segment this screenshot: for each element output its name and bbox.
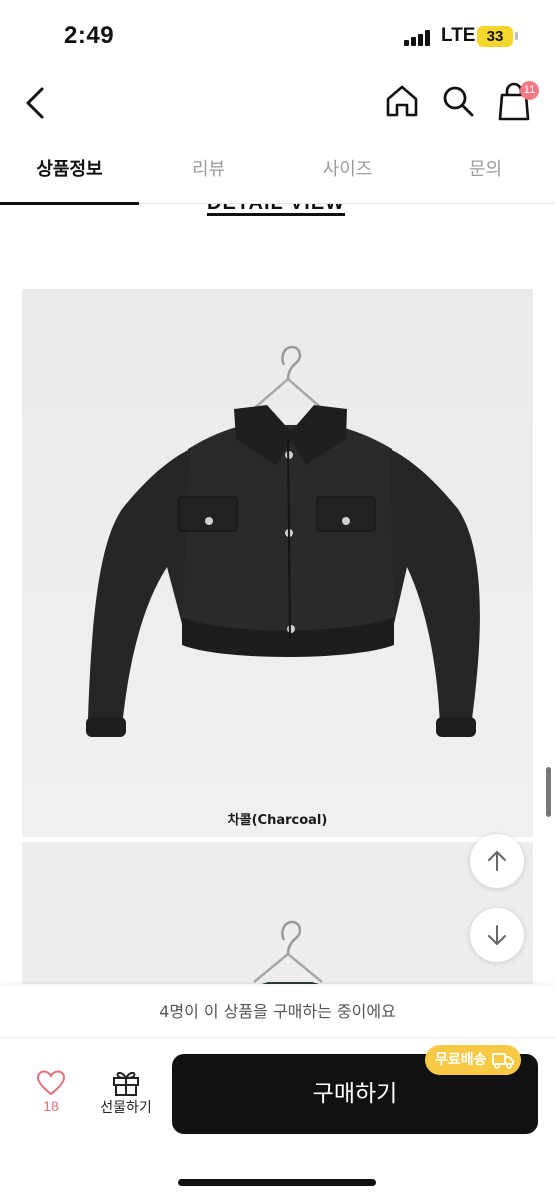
signal-icon	[404, 30, 436, 46]
purchase-panel: 4명이 이 상품을 구매하는 중이에요 18 선물하기 구매하기 무료배송	[0, 986, 555, 1200]
arrow-down-icon	[488, 925, 506, 945]
chevron-left-icon	[26, 87, 44, 119]
home-indicator	[178, 1179, 376, 1186]
status-bar: 2:49 LTE 33	[0, 0, 555, 75]
scroll-bottom-button[interactable]	[470, 908, 524, 962]
scrollbar-thumb[interactable]	[546, 767, 551, 817]
free-shipping-label: 무료배송	[435, 1052, 487, 1068]
back-button[interactable]	[18, 83, 52, 123]
product-photo: 차콜(Charcoal)	[22, 289, 533, 837]
detail-view-heading: DETAIL VIEW	[207, 204, 345, 215]
cart-count-badge: 11	[520, 81, 539, 100]
gift-button[interactable]: 선물하기	[92, 1068, 160, 1128]
home-button[interactable]	[382, 81, 422, 121]
product-photo	[22, 842, 533, 984]
heart-icon	[36, 1070, 66, 1096]
tab-size[interactable]: 사이즈	[278, 140, 417, 204]
cart-button[interactable]: 11	[494, 79, 542, 123]
like-button[interactable]: 18	[22, 1070, 80, 1130]
scroll-top-button[interactable]	[470, 834, 524, 888]
buying-now-notice: 4명이 이 상품을 구매하는 중이에요	[0, 986, 555, 1038]
battery-nub	[515, 32, 518, 40]
tab-label: 사이즈	[322, 159, 373, 180]
tab-label: 리뷰	[191, 159, 226, 180]
home-icon	[386, 85, 418, 117]
free-shipping-badge: 무료배송	[425, 1045, 521, 1075]
status-time: 2:49	[64, 22, 115, 49]
battery-icon: 33	[477, 26, 513, 47]
photo-caption: 차콜(Charcoal)	[227, 813, 328, 828]
truck-icon	[491, 1053, 514, 1069]
tab-label: 상품정보	[36, 159, 103, 180]
jacket-image	[253, 920, 323, 984]
tab-label: 문의	[468, 159, 503, 180]
arrow-up-icon	[488, 851, 506, 871]
tab-product-info[interactable]: 상품정보	[0, 140, 139, 205]
tab-reviews[interactable]: 리뷰	[139, 140, 278, 204]
tab-bar: 상품정보 리뷰 사이즈 문의	[0, 140, 555, 205]
nav-bar: 11	[0, 75, 555, 135]
gift-label: 선물하기	[100, 1100, 152, 1116]
gift-icon	[113, 1071, 139, 1096]
search-icon	[443, 86, 474, 117]
search-button[interactable]	[438, 81, 478, 121]
tab-inquiry[interactable]: 문의	[416, 140, 555, 204]
jacket-image	[86, 345, 480, 737]
like-count: 18	[43, 1098, 59, 1114]
network-label: LTE	[441, 25, 476, 46]
